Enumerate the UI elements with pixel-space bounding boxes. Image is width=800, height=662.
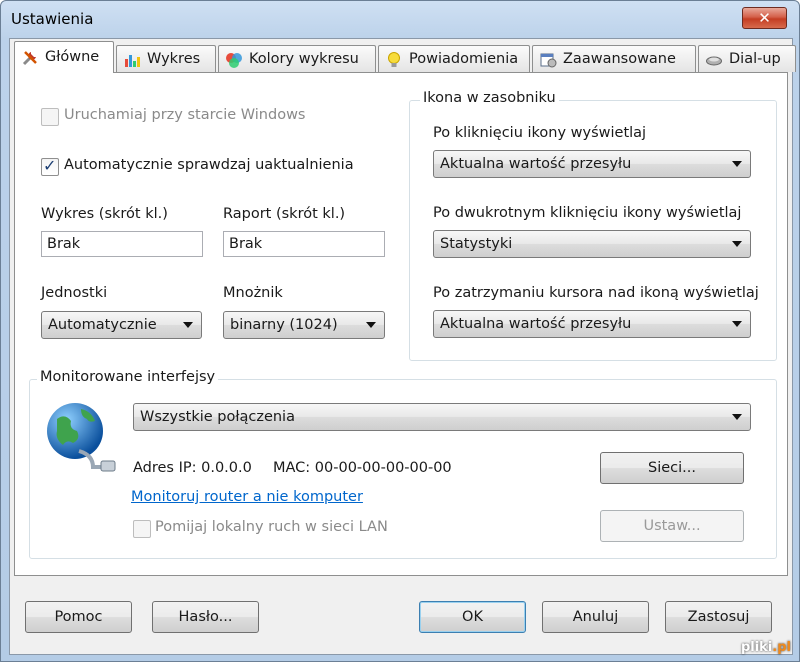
multiplier-label: Mnożnik xyxy=(223,285,283,301)
report-shortcut-field[interactable]: Brak xyxy=(223,231,385,257)
units-select[interactable]: Automatycznie xyxy=(41,311,202,339)
set-button[interactable]: Ustaw... xyxy=(600,510,744,542)
ip-address-text: Adres IP: 0.0.0.0 xyxy=(133,460,252,476)
tray-group-legend: Ikona w zasobniku xyxy=(420,90,559,106)
units-value: Automatycznie xyxy=(48,317,157,333)
tab-label: Dial-up xyxy=(729,51,781,67)
monitor-router-link[interactable]: Monitoruj router a nie komputer xyxy=(131,489,363,505)
lightbulb-icon xyxy=(388,52,400,67)
interfaces-group-legend: Monitorowane interfejsy xyxy=(37,369,219,385)
tray-dblclick-select[interactable]: Statystyki xyxy=(433,230,751,258)
updates-checkbox[interactable]: ✓ xyxy=(41,156,59,176)
tray-dblclick-label: Po dwukrotnym kliknięciu ikony wyświetla… xyxy=(433,205,742,221)
tab-label: Powiadomienia xyxy=(409,51,519,67)
tray-dblclick-value: Statystyki xyxy=(440,236,513,252)
mac-address-text: MAC: 00-00-00-00-00-00 xyxy=(273,460,452,476)
tray-hover-label: Po zatrzymaniu kursora nad ikoną wyświet… xyxy=(433,285,759,301)
chevron-down-icon xyxy=(732,161,742,167)
tab-general[interactable]: Główne xyxy=(14,41,114,73)
network-globe-icon xyxy=(47,403,116,472)
ignore-lan-checkbox[interactable] xyxy=(133,520,151,538)
tab-label: Zaawansowane xyxy=(563,51,676,67)
bar-chart-icon xyxy=(125,55,140,67)
tab-chart-colors[interactable]: Kolory wykresu xyxy=(218,45,376,72)
tab-chart[interactable]: Wykres xyxy=(116,45,216,72)
report-shortcut-label: Raport (skrót kl.) xyxy=(223,206,346,222)
tab-advanced[interactable]: Zaawansowane xyxy=(532,45,696,72)
tab-dialup[interactable]: Dial-up xyxy=(698,45,796,72)
general-tab-panel: Uruchamiaj przy starcie Windows ✓ Automa… xyxy=(14,72,788,576)
networks-button[interactable]: Sieci... xyxy=(600,452,744,484)
tab-label: Kolory wykresu xyxy=(249,51,359,67)
settings-calendar-icon xyxy=(540,53,557,68)
tray-hover-select[interactable]: Aktualna wartość przesyłu xyxy=(433,310,751,338)
tab-label: Główne xyxy=(45,49,100,65)
chevron-down-icon xyxy=(366,322,376,328)
tab-notifications[interactable]: Powiadomienia xyxy=(378,45,530,72)
units-label: Jednostki xyxy=(41,285,108,301)
settings-window: Ustawienia ✕ Główne Wykres Kolory wykres… xyxy=(0,0,800,662)
tray-click-select[interactable]: Aktualna wartość przesyłu xyxy=(433,150,751,178)
ignore-lan-label: Pomijaj lokalny ruch w sieci LAN xyxy=(155,519,388,535)
tray-click-value: Aktualna wartość przesyłu xyxy=(440,156,632,172)
dialog-client-area: Główne Wykres Kolory wykresu Powiadomien… xyxy=(9,38,796,655)
ok-button[interactable]: OK xyxy=(419,601,526,633)
chevron-down-icon xyxy=(183,322,193,328)
updates-label: Automatycznie sprawdzaj uaktualnienia xyxy=(64,157,354,173)
chevron-down-icon xyxy=(732,414,742,420)
modem-icon xyxy=(706,56,722,66)
cancel-button[interactable]: Anuluj xyxy=(542,601,649,633)
interface-value: Wszystkie połączenia xyxy=(140,409,295,425)
chevron-down-icon xyxy=(732,321,742,327)
watermark-brand: pliki xyxy=(740,640,773,655)
tray-click-label: Po kliknięciu ikony wyświetlaj xyxy=(433,125,647,141)
close-button[interactable]: ✕ xyxy=(742,7,787,29)
help-button[interactable]: Pomoc xyxy=(25,601,132,633)
tray-hover-value: Aktualna wartość przesyłu xyxy=(440,316,632,332)
tools-icon xyxy=(22,51,37,66)
interface-select[interactable]: Wszystkie połączenia xyxy=(133,403,751,431)
watermark-tld: .pl xyxy=(772,640,791,655)
checkmark-icon: ✓ xyxy=(43,156,57,175)
chevron-down-icon xyxy=(732,241,742,247)
window-title: Ustawienia xyxy=(11,10,94,28)
chart-shortcut-field[interactable]: Brak xyxy=(41,231,203,257)
palette-icon xyxy=(226,53,242,68)
apply-button[interactable]: Zastosuj xyxy=(665,601,772,633)
password-button[interactable]: Hasło... xyxy=(152,601,259,633)
startup-label: Uruchamiaj przy starcie Windows xyxy=(64,107,306,123)
chart-shortcut-label: Wykres (skrót kl.) xyxy=(41,206,168,222)
tab-label: Wykres xyxy=(147,51,201,67)
watermark-logo: pliki.pl xyxy=(741,640,791,655)
multiplier-select[interactable]: binarny (1024) xyxy=(223,311,385,339)
startup-checkbox[interactable] xyxy=(41,108,59,126)
multiplier-value: binarny (1024) xyxy=(230,317,338,333)
